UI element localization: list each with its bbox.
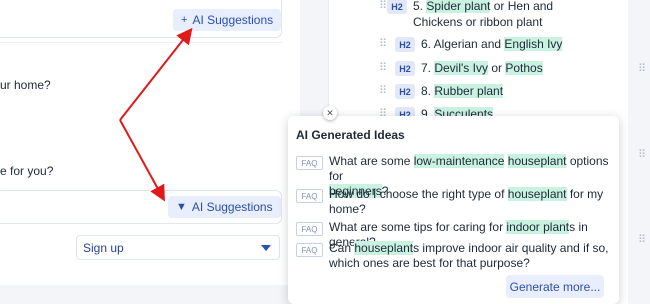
keyword-highlight: Pothos: [505, 61, 543, 75]
outline-item-prefix: 8.: [421, 84, 435, 98]
h2-badge: H2: [395, 84, 415, 99]
keyword-highlight: Rubber plant: [434, 84, 504, 98]
faq-badge: FAQ: [296, 156, 323, 170]
h2-badge: H2: [395, 61, 415, 76]
outline-item[interactable]: H2 6. Algerian and English Ivy: [395, 36, 563, 52]
signup-select-value: Sign up: [83, 240, 124, 255]
drag-handle-icon[interactable]: ⠿: [638, 148, 646, 161]
idea-text-part: Can: [329, 241, 355, 255]
faq-badge: FAQ: [296, 222, 323, 236]
drag-handle-icon[interactable]: ⠿: [379, 37, 387, 50]
idea-text: Can houseplants improve indoor air quali…: [329, 241, 609, 271]
outline-item[interactable]: H2 7. Devil's Ivy or Pothos: [395, 60, 543, 76]
h2-badge: H2: [387, 0, 407, 14]
keyword-highlight: low-maintenance: [413, 154, 505, 168]
outline-item-text: 7. Devil's Ivy or Pothos: [421, 60, 543, 76]
keyword-highlight: houseplant: [507, 154, 567, 168]
keyword-highlight: English Ivy: [504, 37, 563, 51]
close-icon[interactable]: ✕: [323, 106, 337, 120]
outline-item[interactable]: H2 5. Spider plant or Hen and Chickens o…: [381, 0, 553, 30]
plus-icon: +: [181, 14, 188, 26]
ai-suggestions-label: AI Suggestions: [191, 200, 273, 214]
outline-item[interactable]: H2 8. Rubber plant: [395, 83, 504, 99]
question-text[interactable]: e for you?: [0, 164, 53, 178]
ai-suggestions-label: AI Suggestions: [192, 13, 274, 27]
outline-item-text-part: or Hen and: [490, 0, 554, 13]
idea-text: How do I choose the right type of housep…: [329, 187, 603, 217]
caret-down-icon: ▼: [176, 201, 187, 213]
left-panel: + AI Suggestions ur home? e for you? ▼ A…: [0, 0, 300, 285]
signup-select[interactable]: Sign up: [76, 235, 280, 260]
generate-more-button[interactable]: Generate more...: [506, 275, 604, 298]
drag-handle-icon[interactable]: ⠿: [379, 61, 387, 74]
ai-suggestions-button-bottom[interactable]: ▼ AI Suggestions: [168, 196, 281, 218]
keyword-highlight: indoor plant: [506, 220, 570, 234]
keyword-highlight: houseplant: [354, 241, 414, 255]
keyword-highlight: Spider plant: [426, 0, 491, 13]
h2-badge: H2: [395, 37, 415, 52]
ai-suggestions-button-top[interactable]: + AI Suggestions: [173, 9, 282, 31]
drag-handle-icon[interactable]: ⠿: [379, 84, 387, 97]
keyword-highlight: houseplant: [507, 187, 567, 201]
keyword-highlight: Devil's Ivy: [434, 61, 488, 75]
outline-item-prefix: 5.: [413, 0, 427, 13]
idea-text-part: What are some tips for caring for: [329, 220, 507, 234]
far-right-gutter: ⠿ ⠿ ⠿: [628, 0, 650, 304]
idea-text-part: s improve indoor air quality and if so,: [413, 241, 609, 255]
idea-text-part: home?: [329, 202, 366, 216]
outline-item-prefix: 6. Algerian and: [421, 37, 505, 51]
outline-item-prefix: 7.: [421, 61, 435, 75]
drag-handle-icon[interactable]: ⠿: [638, 62, 646, 75]
drag-handle-icon[interactable]: ⠿: [638, 233, 646, 246]
question-text[interactable]: ur home?: [0, 78, 51, 92]
bottom-strip: [0, 285, 300, 304]
faq-badge: FAQ: [296, 243, 323, 257]
chevron-down-icon: [261, 244, 271, 251]
idea-item[interactable]: FAQ Can houseplants improve indoor air q…: [296, 241, 609, 271]
outline-item-text: 8. Rubber plant: [421, 83, 504, 99]
idea-text-part: How do I choose the right type of: [329, 187, 508, 201]
faq-badge: FAQ: [296, 189, 323, 203]
ai-ideas-popover: AI Generated Ideas FAQ What are some low…: [288, 116, 619, 304]
outline-item-text-part: or: [487, 61, 506, 75]
outline-item-text: 6. Algerian and English Ivy: [421, 36, 563, 52]
outline-item-line2: Chickens or ribbon plant: [413, 15, 543, 29]
idea-text-part: for my: [566, 187, 604, 201]
idea-item[interactable]: FAQ How do I choose the right type of ho…: [296, 187, 603, 217]
divider: [0, 42, 282, 43]
idea-text-part: which ones are best for that purpose?: [329, 256, 530, 270]
idea-text-part: What are some: [329, 154, 414, 168]
popover-title: AI Generated Ideas: [296, 128, 405, 142]
outline-item-text: 5. Spider plant or Hen and Chickens or r…: [413, 0, 553, 30]
